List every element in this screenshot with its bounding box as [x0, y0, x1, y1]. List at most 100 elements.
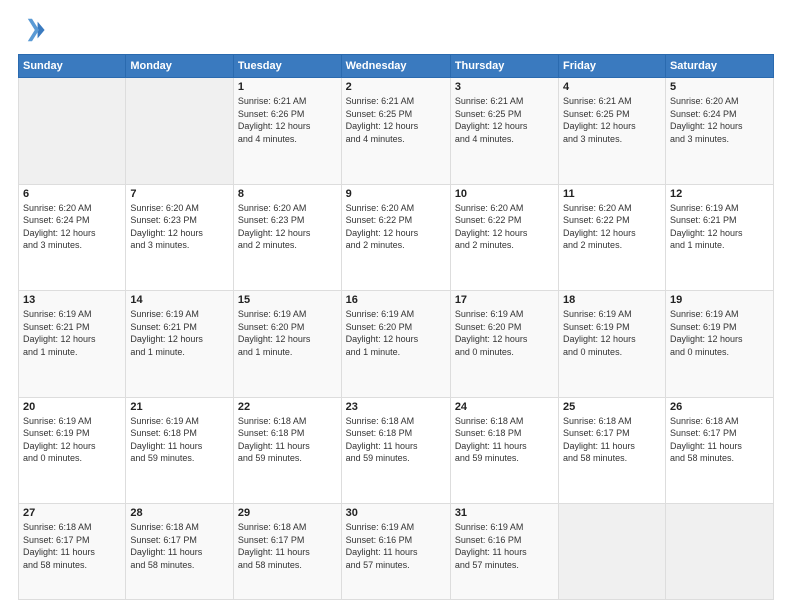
day-number: 25: [563, 401, 661, 413]
day-number: 9: [346, 188, 446, 200]
day-header-tuesday: Tuesday: [233, 55, 341, 78]
day-number: 1: [238, 81, 337, 93]
day-number: 22: [238, 401, 337, 413]
day-number: 8: [238, 188, 337, 200]
calendar-cell: 7Sunrise: 6:20 AM Sunset: 6:23 PM Daylig…: [126, 184, 234, 291]
day-info: Sunrise: 6:18 AM Sunset: 6:18 PM Dayligh…: [346, 415, 446, 465]
calendar-cell: 18 Sunrise: 6:19 AM Sunset: 6:19 PM Dayli…: [559, 291, 666, 398]
day-number: 13: [23, 294, 121, 306]
day-number: 18: [563, 294, 661, 306]
day-number: 16: [346, 294, 446, 306]
day-info: Sunrise: 6:18 AM Sunset: 6:17 PM Dayligh…: [563, 415, 661, 465]
calendar-cell: 2Sunrise: 6:21 AM Sunset: 6:25 PM Daylig…: [341, 78, 450, 185]
day-info: Sunrise: 6:20 AM Sunset: 6:22 PM Dayligh…: [346, 202, 446, 252]
calendar-cell: 6Sunrise: 6:20 AM Sunset: 6:24 PM Daylig…: [19, 184, 126, 291]
calendar-cell: 24Sunrise: 6:18 AM Sunset: 6:18 PM Dayli…: [450, 397, 558, 504]
logo: [18, 16, 50, 44]
calendar-cell: [19, 78, 126, 185]
calendar-cell: 10 Sunrise: 6:20 AM Sunset: 6:22 PM Dayli…: [450, 184, 558, 291]
calendar-cell: 11 Sunrise: 6:20 AM Sunset: 6:22 PM Dayli…: [559, 184, 666, 291]
calendar-week-row: 13 Sunrise: 6:19 AM Sunset: 6:21 PM Dayli…: [19, 291, 774, 398]
calendar-cell: 22 Sunrise: 6:18 AM Sunset: 6:18 PM Dayli…: [233, 397, 341, 504]
calendar-cell: 23 Sunrise: 6:18 AM Sunset: 6:18 PM Dayli…: [341, 397, 450, 504]
day-number: 10: [455, 188, 554, 200]
calendar-cell: 8 Sunrise: 6:20 AM Sunset: 6:23 PM Daylig…: [233, 184, 341, 291]
calendar-week-row: 27 Sunrise: 6:18 AM Sunset: 6:17 PM Dayli…: [19, 504, 774, 600]
day-info: Sunrise: 6:18 AM Sunset: 6:17 PM Dayligh…: [238, 521, 337, 571]
calendar-cell: 19Sunrise: 6:19 AM Sunset: 6:19 PM Dayli…: [665, 291, 773, 398]
day-info: Sunrise: 6:19 AM Sunset: 6:21 PM Dayligh…: [23, 308, 121, 358]
calendar-cell: 9 Sunrise: 6:20 AM Sunset: 6:22 PM Daylig…: [341, 184, 450, 291]
day-info: Sunrise: 6:19 AM Sunset: 6:20 PM Dayligh…: [238, 308, 337, 358]
calendar-cell: 29Sunrise: 6:18 AM Sunset: 6:17 PM Dayli…: [233, 504, 341, 600]
day-number: 20: [23, 401, 121, 413]
day-info: Sunrise: 6:19 AM Sunset: 6:19 PM Dayligh…: [23, 415, 121, 465]
calendar-week-row: 6Sunrise: 6:20 AM Sunset: 6:24 PM Daylig…: [19, 184, 774, 291]
calendar-week-row: 1 Sunrise: 6:21 AM Sunset: 6:26 PM Daylig…: [19, 78, 774, 185]
day-number: 30: [346, 507, 446, 519]
day-number: 3: [455, 81, 554, 93]
day-number: 11: [563, 188, 661, 200]
day-info: Sunrise: 6:20 AM Sunset: 6:22 PM Dayligh…: [455, 202, 554, 252]
calendar-cell: 20 Sunrise: 6:19 AM Sunset: 6:19 PM Dayli…: [19, 397, 126, 504]
day-number: 23: [346, 401, 446, 413]
calendar-week-row: 20 Sunrise: 6:19 AM Sunset: 6:19 PM Dayli…: [19, 397, 774, 504]
day-info: Sunrise: 6:19 AM Sunset: 6:21 PM Dayligh…: [130, 308, 229, 358]
calendar-cell: 27 Sunrise: 6:18 AM Sunset: 6:17 PM Dayli…: [19, 504, 126, 600]
day-number: 19: [670, 294, 769, 306]
day-info: Sunrise: 6:20 AM Sunset: 6:23 PM Dayligh…: [238, 202, 337, 252]
day-info: Sunrise: 6:19 AM Sunset: 6:20 PM Dayligh…: [455, 308, 554, 358]
day-info: Sunrise: 6:18 AM Sunset: 6:18 PM Dayligh…: [238, 415, 337, 465]
day-header-friday: Friday: [559, 55, 666, 78]
day-number: 31: [455, 507, 554, 519]
day-header-monday: Monday: [126, 55, 234, 78]
day-info: Sunrise: 6:20 AM Sunset: 6:24 PM Dayligh…: [670, 95, 769, 145]
calendar-cell: 1 Sunrise: 6:21 AM Sunset: 6:26 PM Daylig…: [233, 78, 341, 185]
day-info: Sunrise: 6:20 AM Sunset: 6:24 PM Dayligh…: [23, 202, 121, 252]
day-header-thursday: Thursday: [450, 55, 558, 78]
calendar-cell: [126, 78, 234, 185]
calendar-cell: [665, 504, 773, 600]
day-info: Sunrise: 6:19 AM Sunset: 6:18 PM Dayligh…: [130, 415, 229, 465]
day-number: 17: [455, 294, 554, 306]
header: [18, 16, 774, 44]
day-header-sunday: Sunday: [19, 55, 126, 78]
calendar-cell: 3Sunrise: 6:21 AM Sunset: 6:25 PM Daylig…: [450, 78, 558, 185]
logo-icon: [18, 16, 46, 44]
day-info: Sunrise: 6:18 AM Sunset: 6:17 PM Dayligh…: [130, 521, 229, 571]
calendar-cell: 4Sunrise: 6:21 AM Sunset: 6:25 PM Daylig…: [559, 78, 666, 185]
day-info: Sunrise: 6:19 AM Sunset: 6:16 PM Dayligh…: [455, 521, 554, 571]
day-info: Sunrise: 6:19 AM Sunset: 6:20 PM Dayligh…: [346, 308, 446, 358]
calendar-cell: 5 Sunrise: 6:20 AM Sunset: 6:24 PM Daylig…: [665, 78, 773, 185]
day-number: 26: [670, 401, 769, 413]
calendar-cell: 30 Sunrise: 6:19 AM Sunset: 6:16 PM Dayli…: [341, 504, 450, 600]
day-info: Sunrise: 6:19 AM Sunset: 6:19 PM Dayligh…: [563, 308, 661, 358]
calendar-header-row: SundayMondayTuesdayWednesdayThursdayFrid…: [19, 55, 774, 78]
day-number: 7: [130, 188, 229, 200]
day-number: 21: [130, 401, 229, 413]
day-header-saturday: Saturday: [665, 55, 773, 78]
calendar-cell: 25 Sunrise: 6:18 AM Sunset: 6:17 PM Dayli…: [559, 397, 666, 504]
calendar-cell: 14 Sunrise: 6:19 AM Sunset: 6:21 PM Dayli…: [126, 291, 234, 398]
day-number: 27: [23, 507, 121, 519]
day-info: Sunrise: 6:21 AM Sunset: 6:26 PM Dayligh…: [238, 95, 337, 145]
day-number: 5: [670, 81, 769, 93]
day-number: 28: [130, 507, 229, 519]
day-number: 4: [563, 81, 661, 93]
calendar-table: SundayMondayTuesdayWednesdayThursdayFrid…: [18, 54, 774, 600]
day-info: Sunrise: 6:18 AM Sunset: 6:17 PM Dayligh…: [23, 521, 121, 571]
calendar-cell: 21 Sunrise: 6:19 AM Sunset: 6:18 PM Dayli…: [126, 397, 234, 504]
day-info: Sunrise: 6:19 AM Sunset: 6:16 PM Dayligh…: [346, 521, 446, 571]
page: SundayMondayTuesdayWednesdayThursdayFrid…: [0, 0, 792, 612]
day-number: 12: [670, 188, 769, 200]
day-info: Sunrise: 6:20 AM Sunset: 6:22 PM Dayligh…: [563, 202, 661, 252]
calendar-cell: 15 Sunrise: 6:19 AM Sunset: 6:20 PM Dayli…: [233, 291, 341, 398]
day-number: 2: [346, 81, 446, 93]
day-number: 14: [130, 294, 229, 306]
calendar-cell: [559, 504, 666, 600]
calendar-cell: 26Sunrise: 6:18 AM Sunset: 6:17 PM Dayli…: [665, 397, 773, 504]
day-number: 15: [238, 294, 337, 306]
calendar-cell: 16 Sunrise: 6:19 AM Sunset: 6:20 PM Dayli…: [341, 291, 450, 398]
day-info: Sunrise: 6:18 AM Sunset: 6:18 PM Dayligh…: [455, 415, 554, 465]
day-header-wednesday: Wednesday: [341, 55, 450, 78]
